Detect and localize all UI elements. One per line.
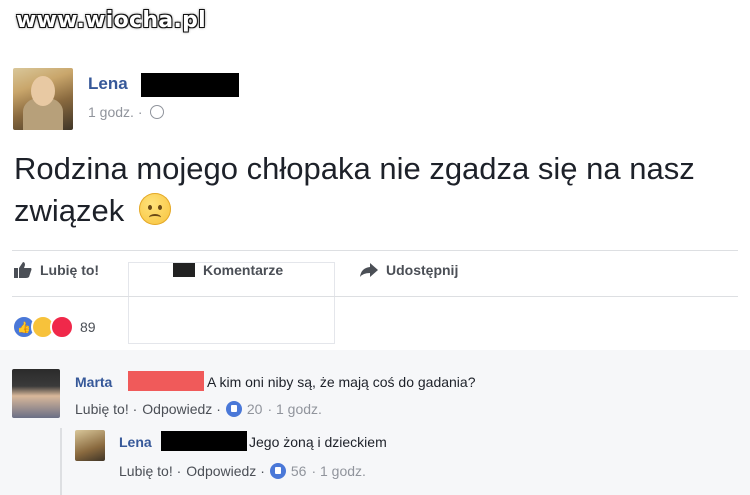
reply-thread-line bbox=[60, 428, 62, 495]
reactions-summary[interactable]: 👍 89 bbox=[12, 315, 96, 339]
watermark: www.wiocha.pl bbox=[16, 8, 206, 33]
post-text-content: Rodzina mojego chłopaka nie zgadza się n… bbox=[14, 151, 695, 228]
comment-meta-marta: Lubię to! · Odpowiedz · 20 · 1 godz. bbox=[75, 401, 322, 417]
like-count-icon bbox=[225, 401, 242, 417]
share-arrow-icon bbox=[360, 263, 378, 277]
reply-reply-link[interactable]: Odpowiedz · bbox=[186, 463, 265, 479]
like-button-label: Lubię to! bbox=[40, 262, 100, 278]
reply-text-lena: Jego żoną i dzieckiem bbox=[249, 434, 387, 450]
comment-button[interactable]: Komentarze bbox=[173, 262, 283, 278]
share-button[interactable]: Udostępnij bbox=[360, 262, 458, 278]
name-redaction-red bbox=[128, 371, 204, 391]
actions-divider-bottom bbox=[12, 296, 738, 297]
love-reaction-icon bbox=[50, 315, 74, 339]
comment-reply-link[interactable]: Odpowiedz · bbox=[142, 401, 221, 417]
reply-like-count[interactable]: 56 bbox=[291, 463, 307, 479]
author-avatar[interactable] bbox=[13, 68, 73, 130]
reply-like-count-icon bbox=[269, 463, 286, 479]
comment-avatar-marta[interactable] bbox=[12, 369, 60, 418]
share-button-label: Udostępnij bbox=[386, 262, 459, 278]
thumbs-up-icon bbox=[14, 262, 32, 278]
comment-like-count[interactable]: 20 bbox=[247, 401, 263, 417]
reply-meta-lena: Lubię to! · Odpowiedz · 56 · 1 godz. bbox=[119, 463, 366, 479]
post-author-name[interactable]: Lena bbox=[88, 74, 128, 94]
reply-like-link[interactable]: Lubię to! · bbox=[119, 463, 181, 479]
reactions-count: 89 bbox=[80, 319, 96, 335]
globe-icon[interactable] bbox=[150, 105, 165, 119]
comment-icon bbox=[173, 263, 195, 277]
sad-face-icon bbox=[138, 193, 171, 225]
reply-time[interactable]: · 1 godz. bbox=[311, 463, 365, 479]
name-redaction bbox=[141, 73, 239, 97]
reply-name-redaction bbox=[161, 431, 247, 451]
post-time[interactable]: 1 godz. · bbox=[88, 104, 142, 120]
actions-divider-top bbox=[12, 250, 738, 251]
comment-text-marta: A kim oni niby są, że mają coś do gadani… bbox=[207, 374, 476, 390]
post-meta: 1 godz. · bbox=[88, 104, 165, 120]
comment-like-link[interactable]: Lubię to! · bbox=[75, 401, 137, 417]
comment-time[interactable]: · 1 godz. bbox=[267, 401, 321, 417]
comment-author-marta[interactable]: Marta bbox=[75, 374, 112, 390]
comment-button-label: Komentarze bbox=[203, 262, 284, 278]
reply-avatar-lena[interactable] bbox=[75, 430, 105, 461]
post-text: Rodzina mojego chłopaka nie zgadza się n… bbox=[14, 148, 734, 232]
reply-author-lena[interactable]: Lena bbox=[119, 434, 152, 450]
comments-section bbox=[0, 350, 750, 495]
like-button[interactable]: Lubię to! bbox=[14, 262, 99, 278]
